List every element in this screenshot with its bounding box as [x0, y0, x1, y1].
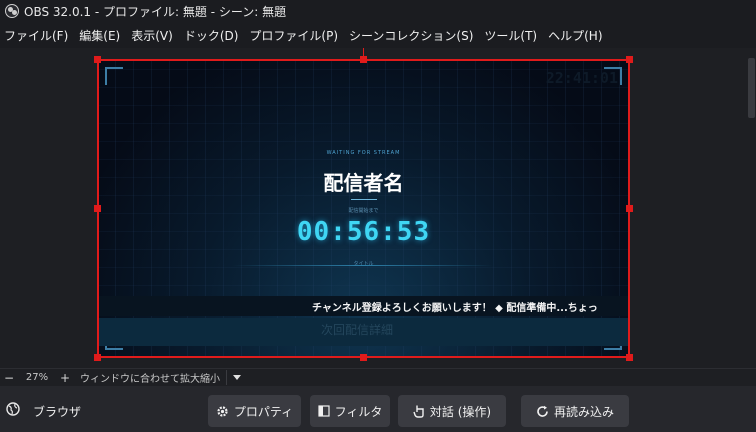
obs-logo-icon: [5, 4, 19, 18]
menu-file[interactable]: ファイル(F): [0, 27, 75, 44]
zoom-level: 27%: [25, 372, 49, 383]
resize-handle-bottom[interactable]: [360, 354, 367, 361]
zoom-out-button[interactable]: −: [0, 371, 18, 385]
reload-label: 再読み込み: [553, 404, 614, 419]
source-selection-box[interactable]: [97, 59, 630, 358]
filters-label: フィルタ: [334, 404, 383, 419]
zoom-dropdown-icon[interactable]: [233, 375, 241, 380]
reload-icon: [537, 405, 548, 417]
interact-button[interactable]: 対話 (操作): [398, 395, 506, 427]
menu-tools[interactable]: ツール(T): [480, 27, 544, 44]
properties-label: プロパティ: [233, 404, 294, 419]
resize-handle-right[interactable]: [626, 205, 633, 212]
resize-handle-left[interactable]: [94, 205, 101, 212]
fit-to-window-button[interactable]: ウィンドウに合わせて拡大縮小: [80, 370, 227, 385]
resize-handle-top-left[interactable]: [94, 56, 101, 63]
zoom-in-button[interactable]: +: [56, 371, 74, 385]
menu-profile[interactable]: プロファイル(P): [245, 27, 345, 44]
menu-dock[interactable]: ドック(D): [180, 27, 246, 44]
filter-icon: [318, 405, 330, 417]
menu-view[interactable]: 表示(V): [127, 27, 180, 44]
preview-scrollbar[interactable]: [746, 48, 756, 368]
menu-edit[interactable]: 編集(E): [75, 27, 127, 44]
properties-button[interactable]: プロパティ: [208, 395, 301, 427]
menu-scene-collection[interactable]: シーンコレクション(S): [345, 27, 480, 44]
globe-icon: [6, 402, 20, 416]
resize-handle-top[interactable]: [360, 56, 367, 63]
resize-handle-bottom-left[interactable]: [94, 354, 101, 361]
reload-button[interactable]: 再読み込み: [521, 395, 629, 427]
title-bar: OBS 32.0.1 - プロファイル: 無題 - シーン: 無題: [0, 0, 756, 22]
filters-button[interactable]: フィルタ: [310, 395, 390, 427]
scrollbar-thumb[interactable]: [748, 58, 755, 118]
interact-label: 対話 (操作): [429, 404, 492, 419]
menu-bar: ファイル(F) 編集(E) 表示(V) ドック(D) プロファイル(P) シーン…: [0, 22, 756, 48]
window-title: OBS 32.0.1 - プロファイル: 無題 - シーン: 無題: [24, 4, 287, 19]
hand-pointer-icon: [413, 405, 424, 418]
gear-icon: [217, 405, 228, 417]
resize-handle-bottom-right[interactable]: [626, 354, 633, 361]
resize-handle-top-right[interactable]: [626, 56, 633, 63]
menu-help[interactable]: ヘルプ(H): [544, 27, 609, 44]
source-name: ブラウザ: [33, 405, 82, 419]
zoom-bar: − 27% + ウィンドウに合わせて拡大縮小: [0, 368, 756, 386]
